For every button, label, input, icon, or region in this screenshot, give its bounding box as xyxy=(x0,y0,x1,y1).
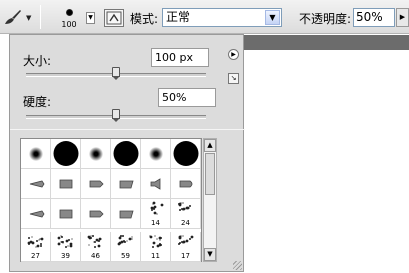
brush-preset-cell[interactable] xyxy=(171,139,201,169)
brush-tip-icon xyxy=(26,176,46,195)
document-tab-strip xyxy=(244,35,409,50)
brush-tip-icon xyxy=(116,206,136,225)
brush-preset-cell[interactable]: 11 xyxy=(141,232,171,262)
brush-size-label: 27 xyxy=(31,252,40,260)
brush-tool-icon[interactable] xyxy=(3,8,23,26)
brush-preset-cell[interactable] xyxy=(111,169,141,199)
scatter-brush-icon xyxy=(147,234,165,253)
brush-size-label: 46 xyxy=(91,252,100,260)
brush-preset-cell[interactable]: 39 xyxy=(51,232,81,262)
opacity-slider-arrow-icon[interactable]: ▶ xyxy=(396,8,409,27)
brush-tip-icon xyxy=(86,206,106,225)
brush-preset-cell[interactable] xyxy=(21,169,51,199)
brush-preset-size: 100 xyxy=(61,20,77,29)
brush-size-label: 17 xyxy=(181,252,190,260)
brush-preset-cell[interactable] xyxy=(111,139,141,169)
soft-round-brush-icon xyxy=(28,147,43,161)
toggle-brush-panel-button[interactable] xyxy=(104,9,124,27)
brush-size-label: 14 xyxy=(151,219,160,227)
tool-preset-dropdown-icon[interactable]: ▼ xyxy=(26,14,31,22)
scrollbar-thumb[interactable] xyxy=(205,153,215,195)
brush-preset-cell[interactable] xyxy=(21,139,51,169)
brush-preset-cell[interactable] xyxy=(141,169,171,199)
brush-tip-icon xyxy=(56,206,76,225)
brush-preset-cell[interactable]: 24 xyxy=(171,199,201,229)
size-slider[interactable] xyxy=(26,67,206,80)
brush-tip-icon xyxy=(176,176,196,195)
opacity-label: 不透明度: xyxy=(299,12,352,26)
hard-round-brush-icon xyxy=(173,141,198,166)
brush-preset-cell[interactable] xyxy=(81,139,111,169)
brush-preset-cell[interactable] xyxy=(51,169,81,199)
resize-grip-icon[interactable] xyxy=(233,261,242,270)
panel-divider xyxy=(10,129,245,130)
brush-size-label: 59 xyxy=(121,252,130,260)
brush-preset-cell[interactable] xyxy=(171,169,201,199)
brush-tip-icon xyxy=(116,176,136,195)
brush-preset-cell[interactable] xyxy=(81,169,111,199)
mode-select[interactable]: 正常 ▼ xyxy=(162,8,282,27)
scatter-brush-icon xyxy=(87,234,105,253)
panel-menu-icon[interactable]: ▶ xyxy=(228,49,239,60)
scatter-brush-icon xyxy=(177,201,195,220)
scatter-brush-icon xyxy=(147,201,165,220)
mode-value: 正常 xyxy=(166,10,191,24)
soft-round-brush-icon xyxy=(88,147,103,161)
hardness-label: 硬度: xyxy=(23,95,52,109)
brush-preset-cell[interactable] xyxy=(51,199,81,229)
hard-round-brush-icon xyxy=(113,141,138,166)
size-label: 大小: xyxy=(23,54,52,68)
brush-tip-icon xyxy=(86,176,106,195)
scatter-brush-icon xyxy=(27,234,45,253)
brush-preset-cell[interactable]: 17 xyxy=(171,232,201,262)
brush-size-label: 39 xyxy=(61,252,70,260)
hardness-input[interactable]: 50% xyxy=(158,88,216,107)
size-slider-thumb[interactable] xyxy=(112,67,120,80)
brush-preset-cell[interactable] xyxy=(111,199,141,229)
scatter-brush-icon xyxy=(117,234,135,253)
toolbar-separator xyxy=(40,5,41,29)
scatter-brush-icon xyxy=(57,234,75,253)
mode-label: 模式: xyxy=(130,12,159,26)
scatter-brush-icon xyxy=(177,234,195,253)
brush-preset-cell[interactable] xyxy=(141,139,171,169)
brush-size-label: 24 xyxy=(181,219,190,227)
brush-preset-cell[interactable] xyxy=(81,199,111,229)
scroll-down-icon[interactable]: ▼ xyxy=(204,248,216,261)
brush-preset-cell[interactable] xyxy=(21,199,51,229)
brush-tip-preview-icon xyxy=(66,9,73,16)
brush-preset-cell[interactable] xyxy=(51,139,81,169)
new-preset-icon[interactable]: ↘ xyxy=(228,73,239,84)
preset-scrollbar[interactable]: ▲ ▼ xyxy=(203,138,217,262)
size-input[interactable]: 100 px xyxy=(151,48,209,67)
scroll-up-icon[interactable]: ▲ xyxy=(204,139,216,152)
hardness-slider-thumb[interactable] xyxy=(112,109,120,122)
hardness-slider[interactable] xyxy=(26,109,206,122)
opacity-input[interactable]: 50% xyxy=(353,8,395,27)
brush-preset-cell[interactable]: 27 xyxy=(21,232,51,262)
brush-preset-picker[interactable]: 100 xyxy=(54,3,84,32)
brush-tip-icon xyxy=(56,176,76,195)
brush-size-label: 11 xyxy=(151,252,160,260)
options-toolbar: ▼ 100 ▼ 模式: 正常 ▼ 不透明度: 50% ▶ xyxy=(0,0,409,34)
brush-preset-dropdown-icon[interactable]: ▼ xyxy=(86,12,95,24)
hard-round-brush-icon xyxy=(53,141,78,166)
chevron-down-icon[interactable]: ▼ xyxy=(265,10,280,25)
brush-preset-panel: 大小: 100 px ▶ ↘ 硬度: 50% 14 24 27 39 46 59 11 17 … xyxy=(9,34,245,272)
brush-panel-icon xyxy=(106,11,122,25)
brush-preset-cell[interactable]: 46 xyxy=(81,232,111,262)
brush-preset-grid: 14 24 27 39 46 59 11 17 xyxy=(20,138,202,262)
brush-tip-icon xyxy=(26,206,46,225)
brush-tip-icon xyxy=(146,176,166,195)
brush-preset-cell[interactable]: 14 xyxy=(141,199,171,229)
brush-preset-cell[interactable]: 59 xyxy=(111,232,141,262)
soft-round-brush-icon xyxy=(148,147,163,161)
